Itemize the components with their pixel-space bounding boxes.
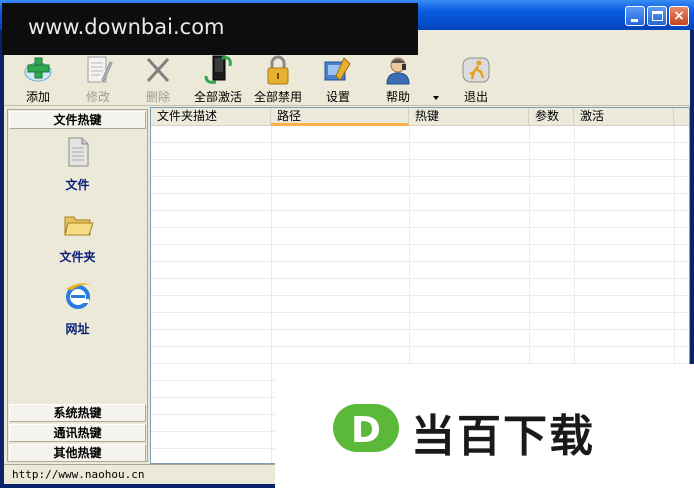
- close-button[interactable]: ×: [669, 6, 689, 26]
- table-row: [151, 177, 689, 194]
- category-item-folder[interactable]: 文件夹: [8, 208, 147, 265]
- delete-button[interactable]: 删除: [130, 54, 186, 104]
- watermark-site: www.downbai.com: [2, 3, 418, 55]
- brand-logo-icon: D: [333, 404, 399, 452]
- minimize-icon: [631, 19, 638, 22]
- watermark-brand: D 当百下载: [275, 364, 694, 488]
- exit-button[interactable]: 退出: [448, 54, 504, 104]
- list-header: 文件夹描述 路径 热键 参数 激活: [151, 108, 689, 126]
- table-row: [151, 330, 689, 347]
- edit-button[interactable]: 修改: [70, 54, 126, 104]
- settings-button[interactable]: 设置: [310, 54, 366, 104]
- disable-all-button[interactable]: 全部禁用: [250, 54, 306, 104]
- delete-icon: [146, 57, 170, 83]
- add-icon: [24, 57, 52, 82]
- table-row: [151, 143, 689, 160]
- minimize-button[interactable]: [625, 6, 645, 26]
- category-header-other-hotkeys[interactable]: 其他热键: [9, 444, 146, 462]
- category-header-comm-hotkeys[interactable]: 通讯热键: [9, 424, 146, 442]
- help-icon: [386, 57, 410, 85]
- table-row: [151, 228, 689, 245]
- table-row: [151, 262, 689, 279]
- chevron-down-icon: [433, 96, 439, 100]
- table-row: [151, 313, 689, 330]
- column-header-params[interactable]: 参数: [529, 108, 574, 126]
- table-row: [151, 160, 689, 177]
- ie-icon: [65, 283, 91, 309]
- category-header-system-hotkeys[interactable]: 系统热键: [9, 404, 146, 422]
- add-button[interactable]: 添加: [10, 54, 66, 104]
- folder-icon: [63, 216, 94, 236]
- table-row: [151, 296, 689, 313]
- status-url: http://www.naohou.cn: [12, 468, 145, 481]
- maximize-icon: [652, 11, 663, 21]
- hotkey-category-panel: 文件热键 文件 文件夹 网址 系统热键 通讯热键 其他热键: [7, 109, 148, 462]
- file-icon: [68, 137, 88, 167]
- lock-icon: [267, 55, 289, 85]
- table-row: [151, 194, 689, 211]
- help-button[interactable]: 帮助: [370, 54, 426, 104]
- watermark-site-text: www.downbai.com: [28, 15, 225, 39]
- column-header-active[interactable]: 激活: [574, 108, 674, 126]
- maximize-button[interactable]: [647, 6, 667, 26]
- exit-icon: [462, 57, 490, 83]
- category-header-file-hotkeys[interactable]: 文件热键: [9, 111, 146, 129]
- close-icon: ×: [673, 8, 685, 24]
- edit-icon: [87, 56, 113, 83]
- table-row: [151, 245, 689, 262]
- svg-text:D: D: [351, 410, 381, 451]
- table-row: [151, 347, 689, 364]
- help-dropdown-arrow[interactable]: [432, 94, 440, 102]
- table-row: [151, 126, 689, 143]
- column-header-path[interactable]: 路径: [271, 108, 409, 126]
- enable-all-icon: [204, 55, 232, 84]
- category-item-file[interactable]: 文件: [8, 136, 147, 193]
- toolbar: 添加 修改 删除 全部激活 全部禁用 设置 帮助 退出: [4, 50, 690, 106]
- watermark-brand-text: 当百下载: [411, 411, 595, 462]
- category-item-url[interactable]: 网址: [8, 280, 147, 337]
- window-controls: ×: [625, 6, 689, 26]
- column-header-description[interactable]: 文件夹描述: [151, 108, 271, 126]
- column-header-hotkey[interactable]: 热键: [409, 108, 529, 126]
- settings-icon: [324, 57, 351, 81]
- table-row: [151, 211, 689, 228]
- enable-all-button[interactable]: 全部激活: [190, 54, 246, 104]
- column-header-filler: [674, 108, 689, 126]
- table-row: [151, 279, 689, 296]
